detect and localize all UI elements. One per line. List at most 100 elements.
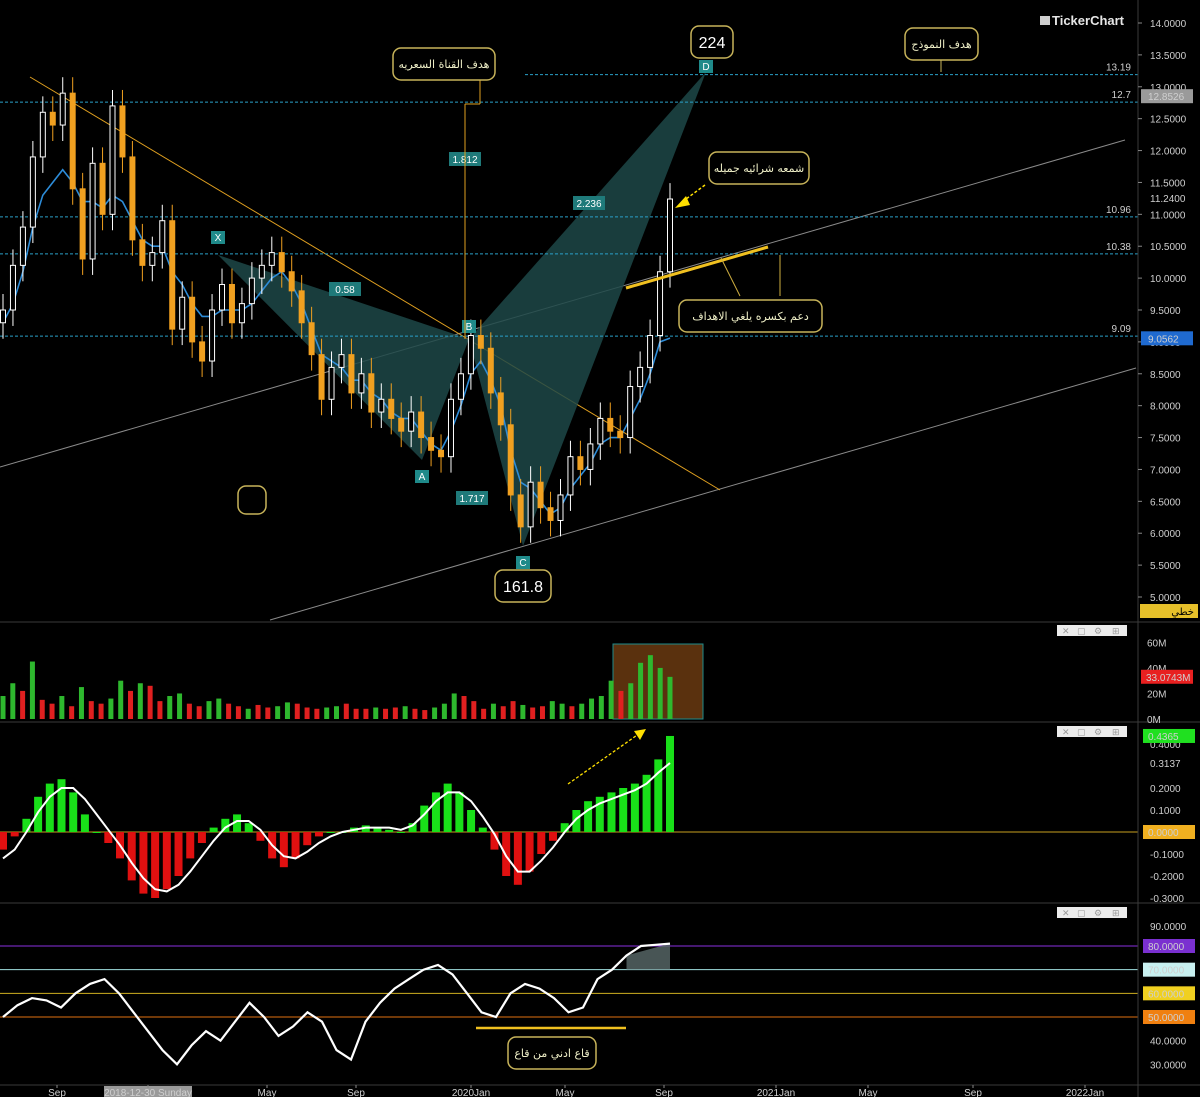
candle (637, 366, 644, 388)
price-tick-label: 11.5000 (1150, 178, 1186, 189)
macd-histogram-bar (478, 827, 487, 832)
support-connector (720, 257, 741, 297)
volume-bar (186, 703, 192, 719)
candle (428, 437, 435, 451)
macd-histogram-bar (197, 832, 206, 843)
macd-histogram-bar (34, 796, 43, 832)
macd-tick-label: 0.1000 (1150, 806, 1181, 817)
rsi-pane-controls[interactable]: ✕ ▢ ⚙ ⊞ (1057, 907, 1127, 919)
time-tick-label: Sep (655, 1088, 673, 1097)
volume-bar (284, 702, 290, 719)
level-label: 10.96 (1106, 205, 1131, 216)
price-box-12-8526-label: 12.8526 (1148, 92, 1185, 103)
time-tick-label: Sep (347, 1088, 365, 1097)
level-label: 9.09 (1112, 324, 1132, 335)
maximize-icon[interactable]: ⊞ (1112, 627, 1120, 637)
volume-pane[interactable] (0, 643, 704, 720)
target-224-annotation-text: 224 (699, 35, 726, 52)
candle (398, 417, 405, 432)
macd-histogram-bar (80, 814, 89, 832)
volume-bar (324, 707, 330, 719)
candle (139, 239, 146, 266)
level-label: 10.38 (1106, 242, 1131, 253)
macd-histogram-bar (420, 805, 429, 832)
volume-bar (294, 703, 300, 719)
close-icon[interactable]: ✕ (1062, 728, 1070, 738)
candle (298, 290, 305, 324)
volume-bar (157, 701, 163, 719)
macd-tick-label: 0.3137 (1150, 759, 1181, 770)
volume-bar (245, 708, 251, 719)
candle (567, 456, 574, 496)
candle (657, 271, 664, 337)
macd-pane-controls[interactable]: ✕ ▢ ⚙ ⊞ (1057, 726, 1127, 738)
support-break-annotation-text: دعم بكسره يلغي الاهداف (692, 310, 809, 323)
rsi-tick-label: 40.0000 (1150, 1037, 1187, 1048)
macd-current-label: 0.4365 (1148, 732, 1179, 743)
ratio-label: 1.717 (459, 494, 484, 505)
volume-bar (255, 704, 261, 719)
candle (0, 309, 6, 324)
volume-bar (549, 701, 555, 719)
price-tick-label: 5.0000 (1150, 593, 1181, 604)
candle (517, 494, 524, 528)
candle (438, 449, 445, 458)
volume-bar (137, 683, 143, 719)
pattern-point-label: B (466, 322, 473, 333)
candle (358, 373, 365, 394)
macd-histogram-bar (443, 783, 452, 832)
volume-bar (226, 703, 232, 719)
candle (179, 296, 186, 330)
candle (647, 335, 654, 368)
macd-tick-label: -0.3000 (1150, 894, 1184, 905)
macd-histogram-bar (467, 810, 476, 832)
candle (368, 373, 375, 413)
close-icon[interactable]: ✕ (1062, 627, 1070, 637)
volume-bar (432, 707, 438, 719)
price-tick-label: 12.0000 (1150, 147, 1187, 158)
candle (667, 198, 673, 273)
macd-histogram-bar (502, 832, 511, 876)
candle (199, 341, 206, 362)
minimize-icon[interactable]: ▢ (1077, 728, 1086, 738)
candle (477, 335, 484, 349)
volume-pane-controls[interactable]: ✕ ▢ ⚙ ⊞ (1057, 625, 1127, 637)
price-tick-label: 7.5000 (1150, 434, 1181, 445)
candle (418, 411, 425, 439)
candle (557, 494, 564, 521)
candle (328, 366, 335, 400)
volume-bar (412, 708, 418, 719)
minimize-icon[interactable]: ▢ (1077, 909, 1086, 919)
macd-pane[interactable] (0, 729, 1138, 898)
volume-bar (59, 696, 65, 719)
pattern-point-label: C (519, 558, 526, 569)
volume-bar (39, 699, 45, 719)
candle (159, 220, 166, 254)
price-pane[interactable]: 13.1912.710.9610.389.09XABCD0.581.8121.7… (0, 60, 1138, 621)
ratio-1618-annotation-text: 161.8 (503, 579, 543, 596)
settings-icon[interactable]: ⚙ (1094, 728, 1102, 738)
settings-icon[interactable]: ⚙ (1094, 909, 1102, 919)
volume-current-label: 33.0743M (1146, 673, 1190, 684)
empty-annotation-box (237, 485, 267, 515)
candle (378, 398, 385, 413)
volume-bar (569, 706, 575, 719)
macd-tick-label: 0.2000 (1150, 784, 1181, 795)
price-tick-label: 6.0000 (1150, 529, 1181, 540)
volume-bar (353, 708, 359, 719)
volume-bar (49, 703, 55, 719)
volume-bar (0, 696, 6, 719)
close-icon[interactable]: ✕ (1062, 909, 1070, 919)
macd-histogram-bar (92, 832, 101, 833)
maximize-icon[interactable]: ⊞ (1112, 728, 1120, 738)
volume-bar (559, 703, 565, 719)
rsi-level-label: 80.0000 (1148, 942, 1185, 953)
rsi-level-label: 60.0000 (1148, 989, 1185, 1000)
maximize-icon[interactable]: ⊞ (1112, 909, 1120, 919)
macd-histogram-bar (69, 792, 78, 832)
candle (99, 162, 106, 215)
brand-text: TickerChart (1052, 13, 1125, 28)
macd-histogram-bar (186, 832, 195, 859)
minimize-icon[interactable]: ▢ (1077, 627, 1086, 637)
settings-icon[interactable]: ⚙ (1094, 627, 1102, 637)
